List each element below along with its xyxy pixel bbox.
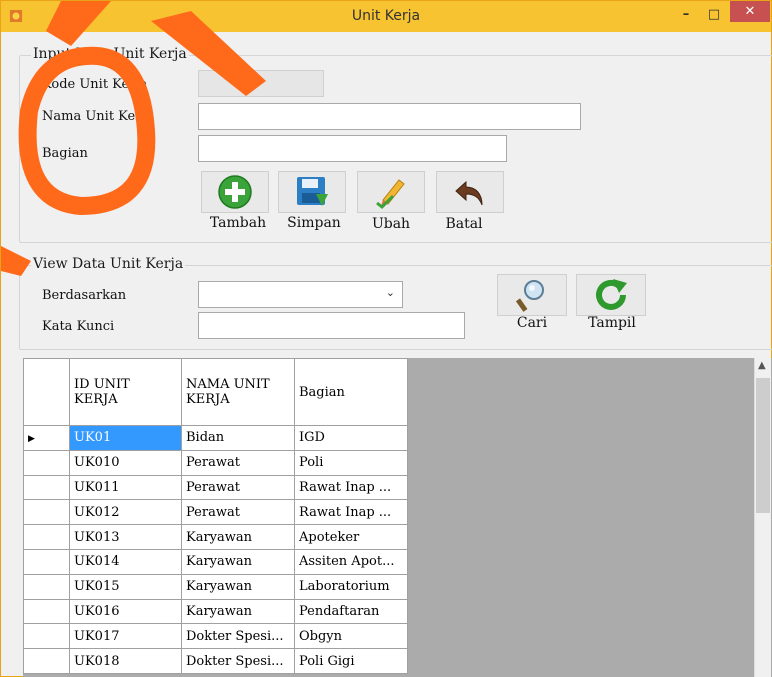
tambah-button[interactable] bbox=[201, 171, 269, 213]
scroll-up-icon[interactable]: ▲ bbox=[758, 360, 766, 371]
cell-id[interactable]: UK011 bbox=[69, 474, 182, 501]
kata-kunci-field[interactable] bbox=[198, 312, 465, 339]
cell-nama[interactable]: Karyawan bbox=[181, 524, 295, 550]
cell-id[interactable]: UK010 bbox=[69, 449, 182, 476]
column-header-bagian[interactable]: Bagian bbox=[294, 358, 408, 426]
kode-unit-kerja-label: Kode Unit Kerja bbox=[42, 77, 148, 92]
cell-nama[interactable]: Karyawan bbox=[181, 598, 295, 625]
unit-kerja-table: ID UNIT KERJA NAMA UNIT KERJA Bagian ▶ U… bbox=[23, 358, 408, 674]
simpan-button[interactable] bbox=[278, 171, 346, 213]
column-header-nama[interactable]: NAMA UNIT KERJA bbox=[181, 358, 295, 426]
cell-nama[interactable]: Dokter Spesi... bbox=[181, 623, 295, 650]
add-icon bbox=[218, 175, 252, 209]
tambah-caption: Tambah bbox=[209, 215, 267, 231]
tampil-button[interactable] bbox=[576, 274, 646, 316]
grid-header-row: ID UNIT KERJA NAMA UNIT KERJA Bagian bbox=[23, 358, 408, 426]
row-header[interactable] bbox=[23, 623, 70, 650]
search-icon bbox=[515, 280, 544, 312]
simpan-caption: Simpan bbox=[287, 215, 341, 231]
bagian-label: Bagian bbox=[42, 146, 88, 161]
cell-id[interactable]: UK013 bbox=[69, 524, 182, 550]
row-header[interactable] bbox=[23, 474, 70, 501]
row-header[interactable] bbox=[23, 648, 70, 674]
cell-bagian[interactable]: Obgyn bbox=[294, 623, 408, 650]
minimize-button[interactable]: – bbox=[673, 3, 699, 25]
input-group-legend: Input Data Unit Kerja bbox=[31, 46, 189, 62]
berdasarkan-select[interactable]: ⌄ bbox=[198, 281, 403, 308]
cell-bagian[interactable]: IGD bbox=[294, 425, 408, 451]
row-header[interactable] bbox=[23, 598, 70, 625]
table-row[interactable]: UK013 Karyawan Apoteker bbox=[23, 524, 408, 550]
row-header[interactable] bbox=[23, 548, 70, 575]
table-row[interactable]: UK018 Dokter Spesi... Poli Gigi bbox=[23, 648, 408, 674]
bagian-field[interactable] bbox=[198, 135, 507, 162]
window-title: Unit Kerja bbox=[351, 8, 421, 24]
cari-caption: Cari bbox=[516, 315, 548, 331]
table-row[interactable]: UK016 Karyawan Pendaftaran bbox=[23, 598, 408, 625]
table-row[interactable]: UK011 Perawat Rawat Inap ... bbox=[23, 474, 408, 501]
nama-unit-kerja-field[interactable] bbox=[198, 103, 581, 130]
cell-bagian[interactable]: Poli Gigi bbox=[294, 648, 408, 674]
kata-kunci-label: Kata Kunci bbox=[42, 319, 115, 334]
cell-bagian[interactable]: Rawat Inap ... bbox=[294, 474, 408, 501]
maximize-button[interactable]: □ bbox=[701, 3, 727, 25]
cell-bagian[interactable]: Apoteker bbox=[294, 524, 408, 550]
cell-id[interactable]: UK01 bbox=[69, 425, 182, 451]
grid-corner-cell bbox=[23, 358, 70, 426]
table-row[interactable]: ▶ UK01 Bidan IGD bbox=[23, 425, 408, 451]
cell-id[interactable]: UK016 bbox=[69, 598, 182, 625]
vertical-scrollbar[interactable]: ▲ bbox=[754, 358, 771, 677]
tampil-caption: Tampil bbox=[588, 315, 636, 331]
unit-kerja-window: Unit Kerja – □ ✕ Input Data Unit Kerja K… bbox=[0, 0, 772, 677]
cell-nama[interactable]: Perawat bbox=[181, 474, 295, 501]
cell-id[interactable]: UK012 bbox=[69, 499, 182, 526]
cell-bagian[interactable]: Rawat Inap ... bbox=[294, 499, 408, 526]
cell-id[interactable]: UK017 bbox=[69, 623, 182, 650]
nama-unit-kerja-label: Nama Unit Kerja bbox=[42, 109, 154, 124]
kode-unit-kerja-field[interactable] bbox=[198, 70, 324, 97]
table-row[interactable]: UK015 Karyawan Laboratorium bbox=[23, 573, 408, 600]
refresh-icon bbox=[596, 279, 627, 310]
cell-id[interactable]: UK018 bbox=[69, 648, 182, 674]
cell-bagian[interactable]: Poli bbox=[294, 449, 408, 476]
cell-id[interactable]: UK015 bbox=[69, 573, 182, 600]
table-row[interactable]: UK014 Karyawan Assiten Apot... bbox=[23, 548, 408, 575]
row-header[interactable] bbox=[23, 499, 70, 526]
row-header[interactable]: ▶ bbox=[23, 425, 70, 451]
berdasarkan-label: Berdasarkan bbox=[42, 288, 127, 303]
data-grid[interactable]: ID UNIT KERJA NAMA UNIT KERJA Bagian ▶ U… bbox=[23, 358, 772, 677]
row-header[interactable] bbox=[23, 449, 70, 476]
cari-button[interactable] bbox=[497, 274, 567, 316]
cell-nama[interactable]: Bidan bbox=[181, 425, 295, 451]
edit-pencil-icon bbox=[376, 179, 405, 210]
batal-caption: Batal bbox=[445, 216, 483, 232]
table-row[interactable]: UK017 Dokter Spesi... Obgyn bbox=[23, 623, 408, 650]
row-header[interactable] bbox=[23, 573, 70, 600]
ubah-button[interactable] bbox=[357, 171, 425, 213]
cell-bagian[interactable]: Pendaftaran bbox=[294, 598, 408, 625]
cell-nama[interactable]: Dokter Spesi... bbox=[181, 648, 295, 674]
cell-bagian[interactable]: Laboratorium bbox=[294, 573, 408, 600]
undo-arrow-icon bbox=[455, 180, 483, 206]
save-icon bbox=[297, 177, 328, 206]
column-header-id[interactable]: ID UNIT KERJA bbox=[69, 358, 182, 426]
row-header[interactable] bbox=[23, 524, 70, 550]
cell-id[interactable]: UK014 bbox=[69, 548, 182, 575]
cell-nama[interactable]: Perawat bbox=[181, 499, 295, 526]
chevron-down-icon: ⌄ bbox=[385, 286, 395, 299]
ubah-caption: Ubah bbox=[371, 216, 411, 232]
close-button[interactable]: ✕ bbox=[730, 1, 770, 22]
cell-nama[interactable]: Perawat bbox=[181, 449, 295, 476]
table-row[interactable]: UK012 Perawat Rawat Inap ... bbox=[23, 499, 408, 526]
current-row-indicator-icon: ▶ bbox=[28, 434, 35, 445]
cell-nama[interactable]: Karyawan bbox=[181, 548, 295, 575]
cell-bagian[interactable]: Assiten Apot... bbox=[294, 548, 408, 575]
batal-button[interactable] bbox=[436, 171, 504, 213]
table-row[interactable]: UK010 Perawat Poli bbox=[23, 449, 408, 476]
view-group-legend: View Data Unit Kerja bbox=[31, 256, 186, 272]
title-bar[interactable]: Unit Kerja – □ ✕ bbox=[1, 1, 771, 32]
cell-nama[interactable]: Karyawan bbox=[181, 573, 295, 600]
scroll-thumb[interactable] bbox=[756, 378, 770, 513]
